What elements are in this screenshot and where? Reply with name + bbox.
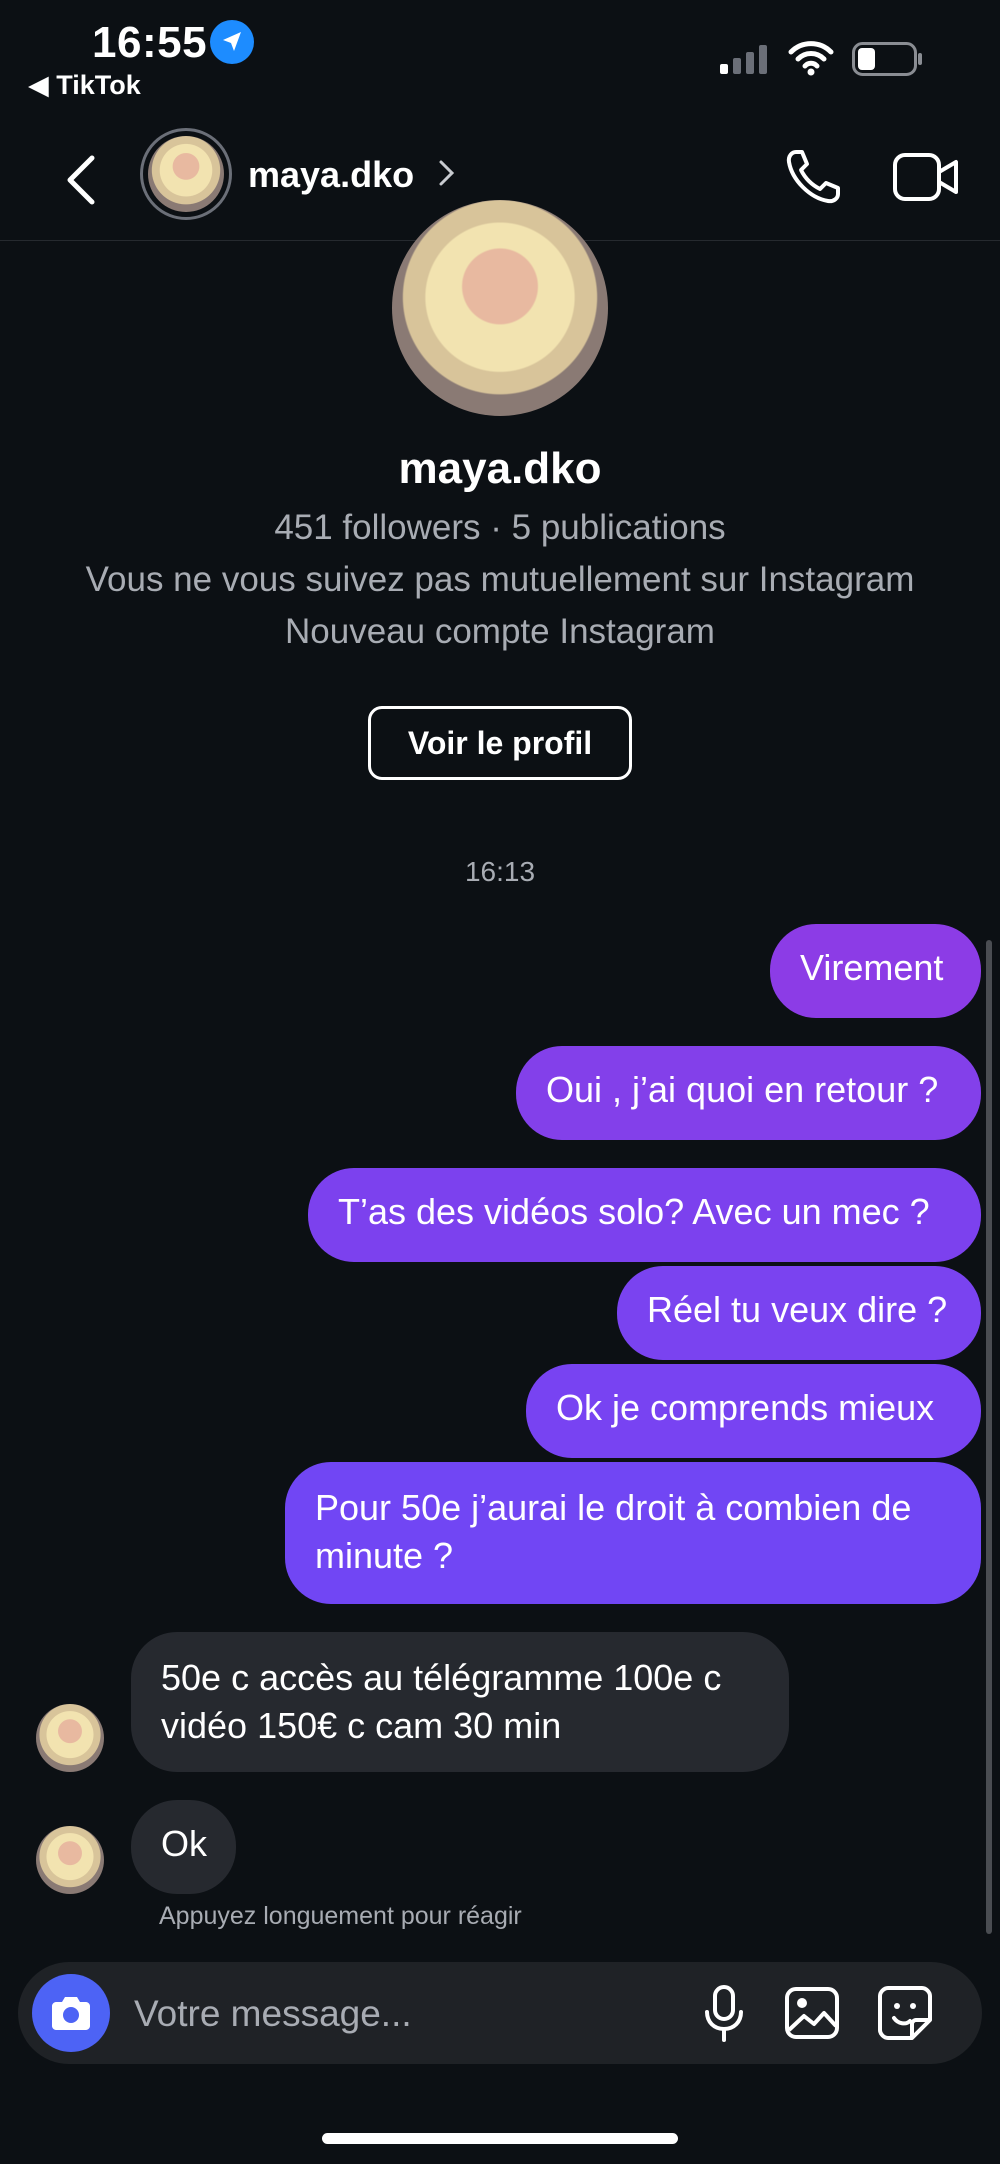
sender-avatar[interactable]: [36, 1826, 104, 1894]
profile-name: maya.dko: [398, 444, 602, 493]
sent-message[interactable]: T’as des vidéos solo? Avec un mec ?: [308, 1168, 981, 1262]
microphone-icon[interactable]: [700, 1984, 748, 2044]
video-call-icon[interactable]: [892, 150, 960, 204]
react-hint: Appuyez longuement pour réagir: [159, 1902, 522, 1930]
sent-message[interactable]: Réel tu veux dire ?: [617, 1266, 981, 1360]
message-timestamp: 16:13: [464, 856, 536, 887]
received-message[interactable]: 50e c accès au télégramme 100e c vidéo 1…: [131, 1632, 789, 1772]
phone-icon[interactable]: [782, 146, 844, 208]
profile-stats: 451 followers · 5 publications: [274, 508, 726, 547]
received-message[interactable]: Ok: [131, 1800, 236, 1894]
wifi-icon: [788, 40, 834, 76]
camera-button[interactable]: [32, 1974, 110, 2052]
sent-message[interactable]: Ok je comprends mieux: [526, 1364, 981, 1458]
sticker-icon[interactable]: [876, 1984, 934, 2042]
sent-message[interactable]: Oui , j’ai quoi en retour ?: [516, 1046, 981, 1140]
gallery-icon[interactable]: [784, 1986, 840, 2040]
camera-icon: [52, 1997, 90, 2030]
sender-avatar[interactable]: [36, 1704, 104, 1772]
new-account-note: Nouveau compte Instagram: [285, 612, 715, 651]
battery-icon: [852, 42, 924, 76]
view-profile-button[interactable]: Voir le profil: [368, 706, 632, 780]
chevron-right-icon[interactable]: [436, 156, 458, 190]
sent-message[interactable]: Virement: [770, 924, 981, 1018]
location-icon: [210, 20, 254, 64]
header-username[interactable]: maya.dko: [248, 154, 414, 196]
back-to-app-link[interactable]: ◀ TikTok: [28, 70, 141, 101]
back-button[interactable]: [56, 150, 106, 210]
message-input[interactable]: [132, 1988, 656, 2040]
signal-icon: [718, 44, 772, 74]
mutual-status: Vous ne vous suivez pas mutuellement sur…: [85, 560, 915, 599]
scrollbar[interactable]: [986, 940, 992, 1934]
sent-message[interactable]: Pour 50e j’aurai le droit à combien de m…: [285, 1462, 981, 1604]
profile-avatar[interactable]: [392, 200, 608, 416]
header-avatar[interactable]: [148, 136, 224, 212]
status-time: 16:55: [92, 18, 208, 67]
home-indicator: [322, 2133, 678, 2144]
